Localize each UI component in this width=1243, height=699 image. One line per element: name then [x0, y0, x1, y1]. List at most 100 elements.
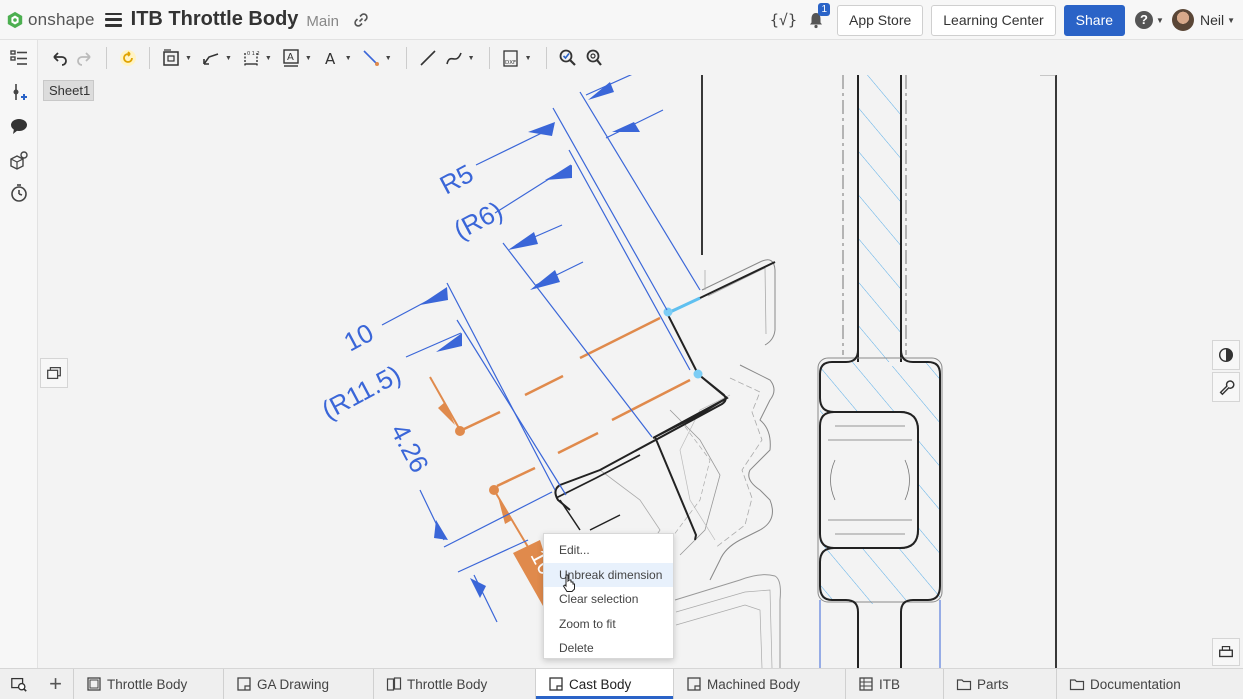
spline-button[interactable] — [441, 45, 467, 71]
chevron-down-icon[interactable]: ▼ — [385, 55, 392, 62]
avatar — [1171, 9, 1194, 31]
chevron-down-icon[interactable]: ▼ — [305, 55, 312, 62]
assembly-icon — [386, 677, 402, 691]
dimension-r5[interactable]: R5 — [435, 158, 478, 200]
tab-ga-drawing[interactable]: GA Drawing — [224, 669, 374, 699]
chevron-down-icon: ▼ — [1156, 15, 1164, 25]
print-panel-button[interactable] — [1212, 638, 1240, 666]
learning-center-button[interactable]: Learning Center — [931, 4, 1056, 36]
callout-button[interactable] — [358, 45, 384, 71]
notifications-bell[interactable]: 1 — [807, 3, 830, 29]
chevron-down-icon: ▼ — [1227, 15, 1235, 25]
note-button[interactable]: A — [278, 45, 304, 71]
brand-name: onshape — [28, 9, 95, 29]
tab-machined-body[interactable]: Machined Body — [674, 669, 846, 699]
line-button[interactable] — [415, 45, 441, 71]
dimension-4-26[interactable]: 4.26 — [385, 419, 435, 478]
context-menu: Edit... Unbreak dimension Clear selectio… — [543, 533, 674, 659]
dxf-icon: DXF — [502, 50, 518, 67]
inspect-button[interactable] — [581, 45, 607, 71]
appearance-panel-button[interactable] — [1212, 340, 1240, 370]
tab-itb[interactable]: ITB — [846, 669, 944, 699]
left-panel-bar — [0, 40, 38, 668]
feature-list-icon[interactable] — [9, 48, 29, 68]
chevron-down-icon[interactable]: ▼ — [468, 55, 475, 62]
dimension-r11-5[interactable]: (R11.5) — [317, 359, 406, 425]
dimension-10[interactable]: 10 — [339, 317, 379, 357]
chevron-down-icon[interactable]: ▼ — [525, 55, 532, 62]
chevron-down-icon[interactable]: ▼ — [185, 55, 192, 62]
sheet-tab[interactable]: Sheet1 — [43, 80, 94, 101]
menu-item-edit[interactable]: Edit... — [544, 538, 673, 563]
tab-label: ITB — [879, 676, 901, 692]
section-view-button[interactable] — [198, 45, 224, 71]
insert-icon[interactable] — [9, 82, 29, 102]
redo-button[interactable] — [72, 45, 98, 71]
tab-throttle-body-assembly[interactable]: Throttle Body — [374, 669, 536, 699]
sheets-icon — [47, 366, 61, 380]
dimension-button[interactable]: 0 1 2 — [238, 45, 264, 71]
tab-bar: + Throttle Body GA Drawing Throttle Body… — [0, 668, 1243, 699]
centerlines — [461, 316, 691, 488]
selected-edge[interactable] — [667, 296, 701, 315]
hand-cursor-icon — [562, 574, 575, 592]
toolbar-separator — [545, 47, 547, 69]
sheets-panel-button[interactable] — [40, 358, 68, 388]
tab-label: GA Drawing — [257, 676, 330, 692]
tab-documentation-folder[interactable]: Documentation — [1057, 669, 1227, 699]
table-icon — [859, 677, 873, 691]
part-studio-icon — [87, 677, 101, 691]
tab-label: Documentation — [1090, 676, 1181, 692]
menu-item-zoom-to-fit[interactable]: Zoom to fit — [544, 612, 673, 637]
svg-text:DXF: DXF — [505, 60, 516, 66]
update-button[interactable] — [115, 45, 141, 71]
document-title[interactable]: ITB Throttle Body — [131, 8, 299, 31]
svg-text:A: A — [287, 52, 294, 63]
menu-item-delete[interactable]: Delete — [544, 636, 673, 661]
toolbar-separator — [149, 47, 150, 69]
user-menu[interactable]: Neil ▼ — [1171, 9, 1235, 31]
folder-icon — [956, 679, 972, 691]
link-icon[interactable] — [353, 12, 369, 28]
configurations-icon[interactable] — [9, 150, 29, 170]
section-view-icon — [203, 53, 219, 65]
add-tab-button[interactable]: + — [38, 669, 74, 699]
tab-label: Cast Body — [569, 676, 632, 692]
tab-manager-button[interactable] — [0, 669, 38, 699]
insert-view-button[interactable] — [158, 45, 184, 71]
text-button[interactable]: A — [318, 45, 344, 71]
note-icon: A — [283, 49, 299, 67]
printer-icon — [1219, 646, 1233, 658]
tab-throttle-body-part-studio[interactable]: Throttle Body — [74, 669, 224, 699]
share-button[interactable]: Share — [1063, 4, 1126, 36]
selected-point[interactable] — [693, 369, 703, 379]
line-icon — [420, 50, 436, 66]
tab-label: Machined Body — [707, 676, 801, 692]
import-dxf-button[interactable]: DXF — [498, 45, 524, 71]
onshape-logo[interactable]: onshape — [6, 10, 95, 30]
chevron-down-icon[interactable]: ▼ — [265, 55, 272, 62]
app-store-button[interactable]: App Store — [837, 4, 924, 36]
folder-icon — [1069, 679, 1085, 691]
selected-point[interactable] — [663, 307, 673, 317]
tab-parts-folder[interactable]: Parts — [944, 669, 1057, 699]
toolbar-separator — [488, 47, 490, 69]
properties-panel-button[interactable] — [1212, 372, 1240, 402]
variables-icon[interactable]: {√} — [770, 11, 797, 29]
check-drawing-button[interactable] — [555, 45, 581, 71]
chevron-down-icon[interactable]: ▼ — [225, 55, 232, 62]
spline-icon — [445, 52, 462, 65]
dimension-arrows — [420, 82, 640, 598]
version-history-icon[interactable] — [9, 183, 29, 203]
undo-button[interactable] — [46, 45, 72, 71]
workspace-name[interactable]: Main — [306, 10, 339, 30]
section-view-right — [701, 75, 1057, 668]
dimension-r6[interactable]: (R6) — [449, 195, 508, 245]
tab-cast-body[interactable]: Cast Body — [536, 669, 674, 699]
top-bar: onshape ITB Throttle Body Main {√} 1 App… — [0, 0, 1243, 40]
toolbar-separator — [106, 47, 107, 69]
comments-icon[interactable] — [9, 116, 29, 136]
chevron-down-icon[interactable]: ▼ — [345, 55, 352, 62]
menu-icon[interactable] — [104, 12, 122, 27]
help-menu[interactable]: ? ▼ — [1135, 11, 1164, 29]
